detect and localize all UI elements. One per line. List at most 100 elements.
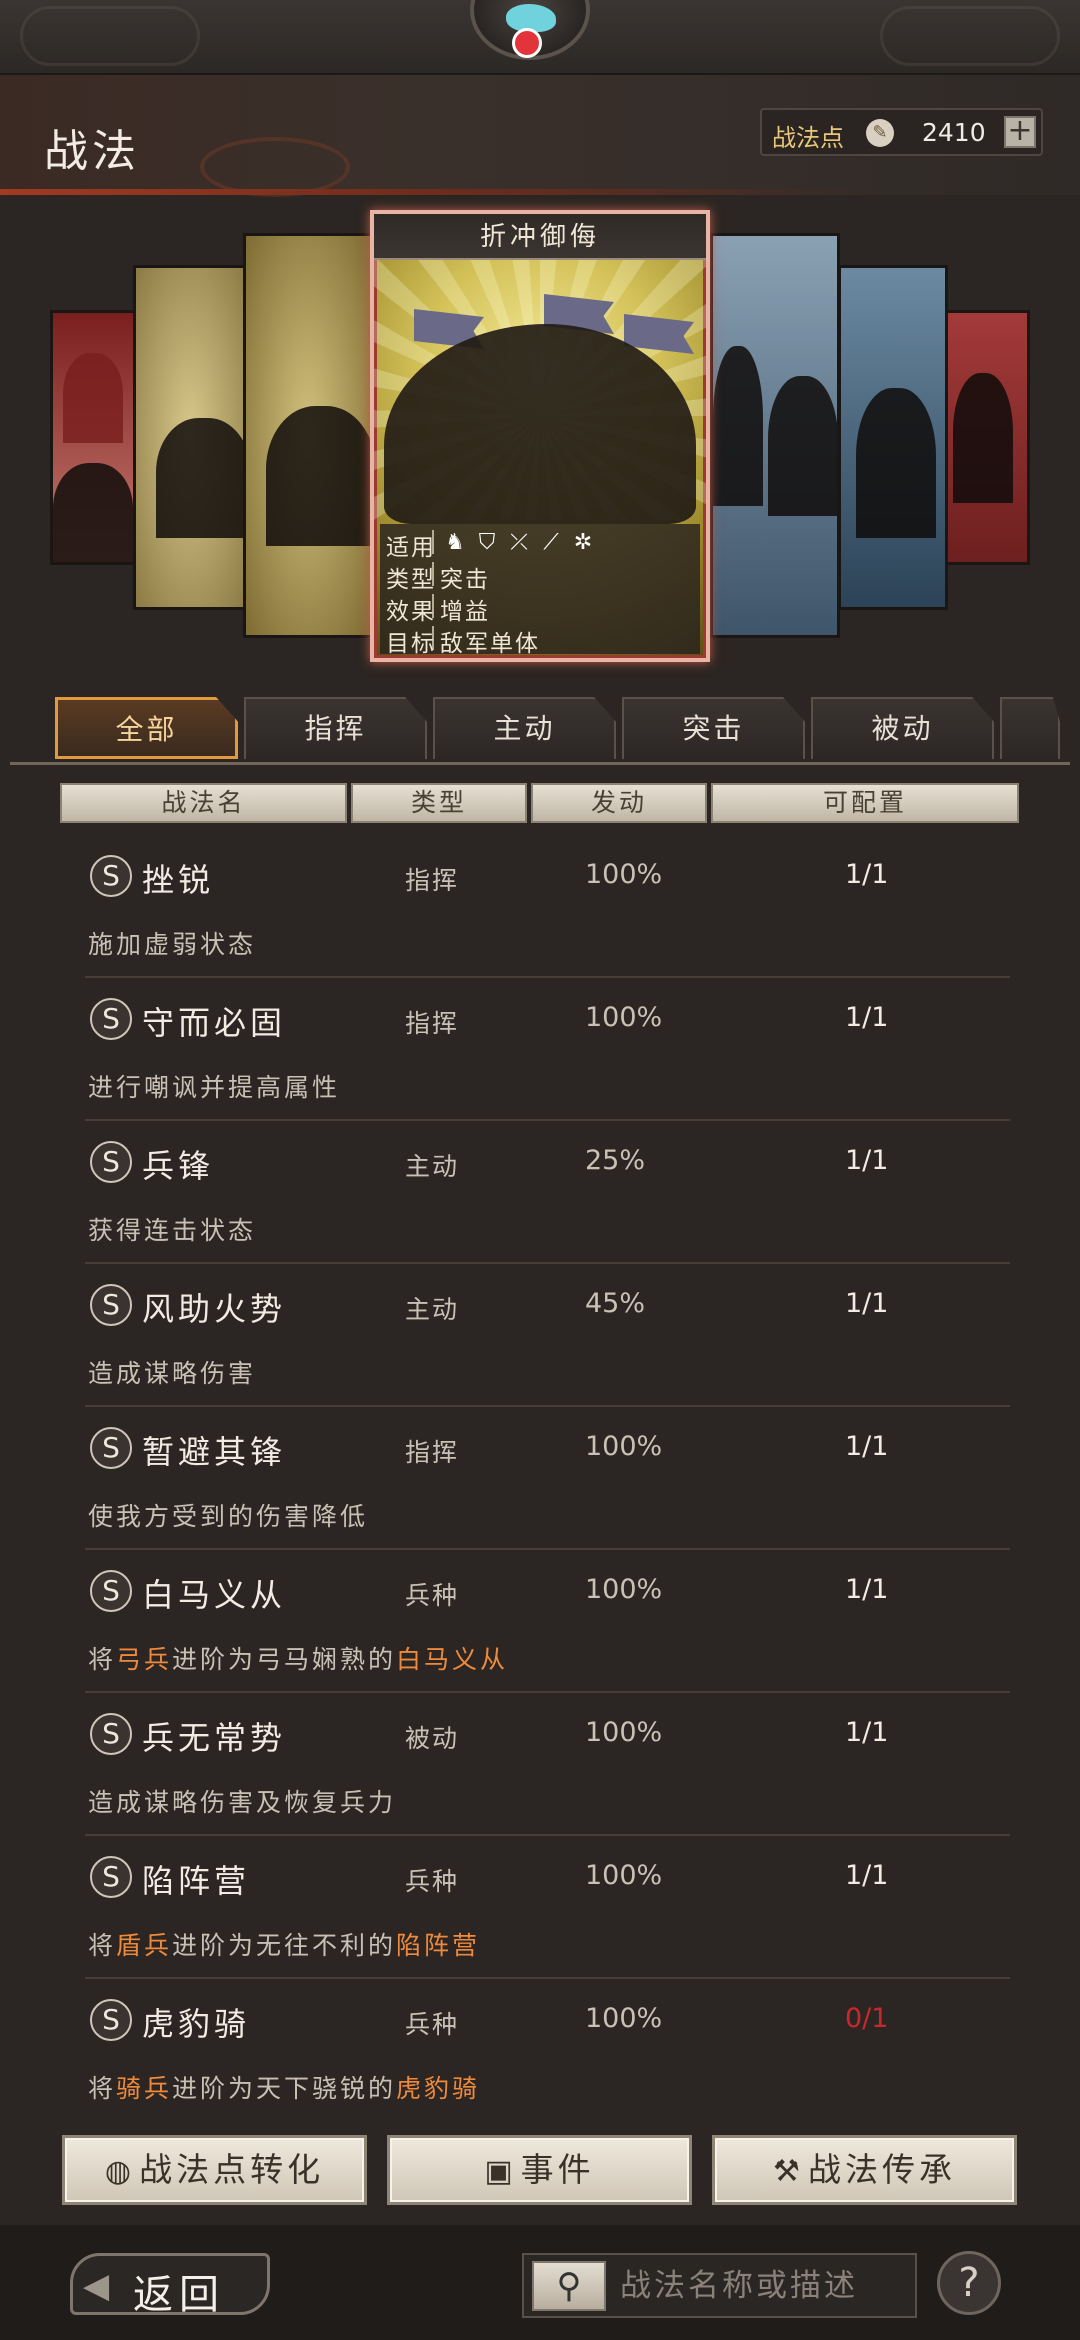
tab-passive[interactable]: 被动 (811, 697, 994, 759)
inherit-button[interactable]: ⚒ 战法传承 (712, 2135, 1017, 2205)
skill-desc: 将骑兵进阶为天下骁锐的虎豹骑 (88, 2069, 480, 2105)
skill-card-carousel[interactable]: 折冲御侮 适用 ♞ ⛉ ⤫ ⟋ ✲ 类型 突击 效果 增益 目标 敌军单体 (0, 195, 1080, 685)
points-value: 2410 (922, 118, 986, 147)
skill-desc: 施加虚弱状态 (88, 930, 257, 959)
grade-badge: S (90, 1427, 132, 1469)
swirl-icon: ◍ (104, 2154, 136, 2189)
help-button[interactable]: ? (937, 2251, 1001, 2315)
grade-badge: S (90, 855, 132, 897)
convert-points-button[interactable]: ◍ 战法点转化 (62, 2135, 367, 2205)
cavalry-icon: ♞ (445, 530, 465, 555)
skill-rate: 100% (585, 1431, 663, 1462)
skill-desc: 将盾兵进阶为无往不利的陷阵营 (88, 1926, 480, 1962)
skill-row[interactable]: S 陷阵营 兵种 100% 1/1 将盾兵进阶为无往不利的陷阵营 (10, 1836, 1070, 1979)
skill-alloc: 1/1 (845, 1717, 889, 1748)
page-title: 战法 (44, 126, 140, 177)
target-row: 目标 敌军单体 (380, 622, 700, 657)
skill-row[interactable]: S 白马义从 兵种 100% 1/1 将弓兵进阶为弓马娴熟的白马义从 (10, 1550, 1070, 1693)
skill-type: 主动 (405, 1152, 460, 1181)
skill-row[interactable]: S 兵锋 主动 25% 1/1 获得连击状态 (10, 1121, 1070, 1264)
skill-type: 主动 (405, 1295, 460, 1324)
grade-badge: S (90, 1856, 132, 1898)
skill-row[interactable]: S 守而必固 指挥 100% 1/1 进行嘲讽并提高属性 (10, 978, 1070, 1121)
column-header-allocatable[interactable]: 可配置 (711, 783, 1019, 823)
tab-more[interactable] (1000, 697, 1060, 759)
skill-row[interactable]: S 暂避其锋 指挥 100% 1/1 使我方受到的伤害降低 (10, 1407, 1070, 1550)
skill-name: 守而必固 (142, 1004, 287, 1042)
target-label: 目标 (386, 631, 436, 657)
search-input[interactable] (620, 2263, 910, 2309)
desc-highlight: 白马义从 (396, 1645, 509, 1674)
skill-row[interactable]: S 挫锐 指挥 100% 1/1 施加虚弱状态 (10, 835, 1070, 978)
skill-desc: 造成谋略伤害 (88, 1359, 257, 1388)
type-row: 类型 突击 (380, 558, 700, 593)
effect-value: 增益 (440, 599, 490, 625)
skill-alloc: 1/1 (845, 1288, 889, 1319)
column-header-name[interactable]: 战法名 (60, 783, 347, 823)
skill-alloc: 1/1 (845, 1431, 889, 1462)
skill-list[interactable]: S 挫锐 指挥 100% 1/1 施加虚弱状态 S 守而必固 指挥 100% 1… (10, 835, 1070, 2105)
skill-name: 风助火势 (142, 1290, 287, 1328)
events-button[interactable]: ▣ 事件 (387, 2135, 692, 2205)
skill-row[interactable]: S 虎豹骑 兵种 100% 0/1 将骑兵进阶为天下骁锐的虎豹骑 (10, 1979, 1070, 2105)
desc-text: 将 (88, 1645, 117, 1674)
search-box: ⚲ (522, 2253, 917, 2318)
tabs-divider (10, 762, 1070, 765)
tab-assault[interactable]: 突击 (622, 697, 805, 759)
skill-alloc: 1/1 (845, 1574, 889, 1605)
top-strip (0, 0, 1080, 75)
effect-label: 效果 (386, 599, 436, 625)
cloud-ornament (880, 6, 1060, 66)
tab-command[interactable]: 指挥 (244, 697, 427, 759)
grade-badge: S (90, 1999, 132, 2041)
grade-badge: S (90, 1284, 132, 1326)
skill-name: 白马义从 (142, 1576, 287, 1614)
skill-desc: 使我方受到的伤害降低 (88, 1502, 369, 1531)
skill-rate: 100% (585, 2003, 663, 2034)
skill-card[interactable] (710, 233, 840, 638)
skill-type: 指挥 (405, 866, 460, 895)
skill-alloc: 1/1 (845, 1145, 889, 1176)
skill-alloc: 1/1 (845, 1860, 889, 1891)
skill-desc: 获得连击状态 (88, 1216, 257, 1245)
skill-card[interactable] (838, 265, 948, 610)
skill-alloc: 0/1 (845, 2003, 889, 2034)
skill-rate: 100% (585, 1717, 663, 1748)
skill-name: 虎豹骑 (142, 2005, 251, 2043)
skill-name: 陷阵营 (142, 1862, 251, 1900)
skill-name: 兵锋 (142, 1147, 215, 1185)
hammer-icon: ⚒ (773, 2154, 804, 2189)
skill-rate: 25% (585, 1145, 646, 1176)
target-value: 敌军单体 (440, 631, 540, 657)
points-label: 战法点 (772, 124, 844, 152)
skill-rate: 100% (585, 1002, 663, 1033)
skill-card[interactable] (133, 265, 248, 610)
desc-text: 进阶为天下骁锐的 (172, 2074, 397, 2103)
skill-rate: 100% (585, 1574, 663, 1605)
desc-highlight: 弓兵 (116, 1645, 173, 1674)
skill-type: 兵种 (405, 2010, 460, 2039)
desc-text: 将 (88, 1931, 117, 1960)
add-points-button[interactable]: + (1004, 116, 1036, 148)
skill-card[interactable] (243, 233, 373, 638)
featured-skill-card[interactable]: 折冲御侮 适用 ♞ ⛉ ⤫ ⟋ ✲ 类型 突击 效果 增益 目标 敌军单体 (370, 210, 710, 662)
column-header-trigger[interactable]: 发动 (531, 783, 707, 823)
back-button[interactable]: ◀ 返回 (70, 2253, 270, 2318)
tab-all[interactable]: 全部 (55, 697, 238, 759)
skill-card[interactable] (50, 310, 140, 565)
skill-row[interactable]: S 风助火势 主动 45% 1/1 造成谋略伤害 (10, 1264, 1070, 1407)
applicable-row: 适用 ♞ ⛉ ⤫ ⟋ ✲ (380, 526, 700, 561)
skill-card[interactable] (945, 310, 1030, 565)
column-header-type[interactable]: 类型 (351, 783, 527, 823)
skill-name: 暂避其锋 (142, 1433, 287, 1471)
skill-type: 兵种 (405, 1867, 460, 1896)
tab-active[interactable]: 主动 (433, 697, 616, 759)
grade-badge: S (90, 1570, 132, 1612)
skill-type: 指挥 (405, 1009, 460, 1038)
skill-row[interactable]: S 兵无常势 被动 100% 1/1 造成谋略伤害及恢复兵力 (10, 1693, 1070, 1836)
back-arrow-icon: ◀ (83, 2266, 110, 2306)
desc-text: 进阶为无往不利的 (172, 1931, 397, 1960)
desc-highlight: 盾兵 (116, 1931, 173, 1960)
skill-type: 指挥 (405, 1438, 460, 1467)
search-icon[interactable]: ⚲ (532, 2261, 606, 2311)
